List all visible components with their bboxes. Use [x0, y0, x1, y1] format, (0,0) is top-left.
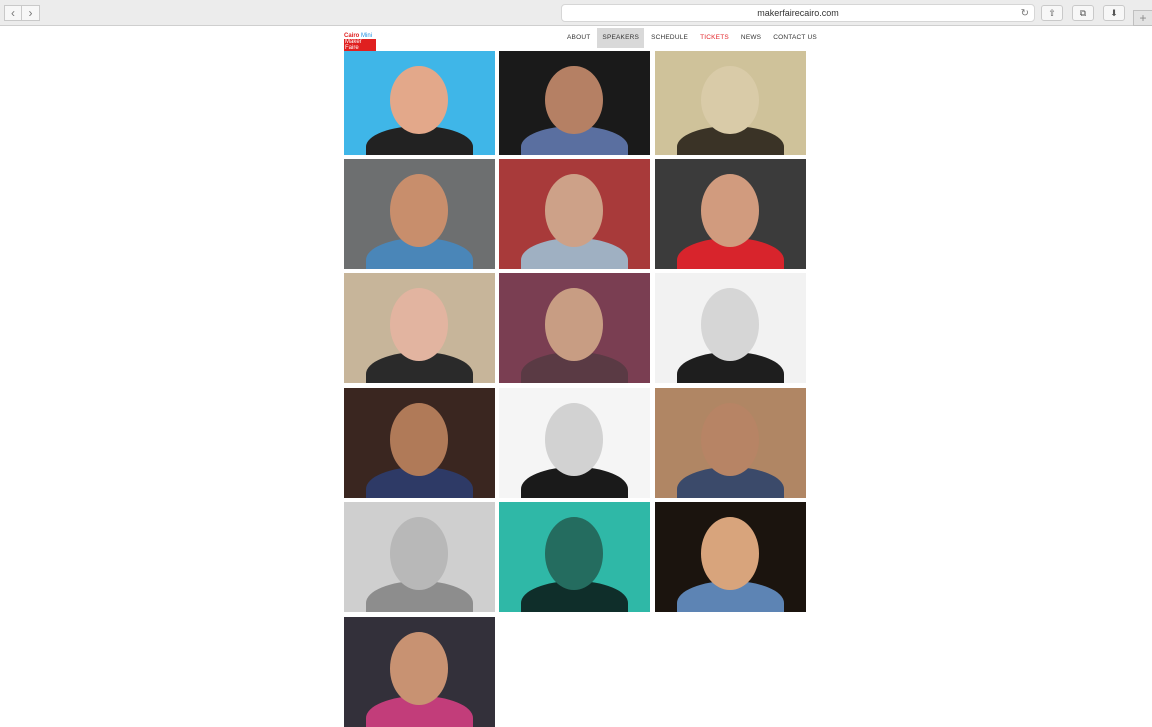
- speaker-photo[interactable]: [499, 502, 650, 612]
- speaker-face: [701, 288, 759, 361]
- back-button[interactable]: ‹: [4, 5, 22, 21]
- speaker-face: [545, 288, 603, 361]
- speaker-face: [390, 632, 448, 705]
- speaker-photo[interactable]: [655, 273, 806, 383]
- plus-icon: +: [1139, 11, 1147, 25]
- speaker-photo[interactable]: [344, 502, 495, 612]
- speaker-photo[interactable]: [344, 273, 495, 383]
- share-button[interactable]: ⇧: [1041, 5, 1063, 21]
- speaker-photo[interactable]: [655, 388, 806, 498]
- forward-button[interactable]: ›: [22, 5, 40, 21]
- speaker-photo[interactable]: [344, 617, 495, 727]
- address-bar[interactable]: makerfairecairo.com ↻: [561, 4, 1035, 22]
- browser-toolbar: ‹ › makerfairecairo.com ↻ ⇧ ⧉ ⬇: [0, 0, 1152, 26]
- speaker-face: [390, 403, 448, 476]
- speaker-face: [545, 517, 603, 590]
- speaker-photo[interactable]: [499, 273, 650, 383]
- chevron-right-icon: ›: [28, 6, 33, 20]
- nav-tickets[interactable]: TICKETS: [695, 28, 734, 48]
- nav-contact-us[interactable]: CONTACT US: [768, 28, 822, 48]
- nav-schedule[interactable]: SCHEDULE: [646, 28, 693, 48]
- speaker-face: [701, 403, 759, 476]
- share-icon: ⇧: [1048, 8, 1056, 18]
- speaker-photo[interactable]: [655, 159, 806, 269]
- tabs-icon: ⧉: [1079, 8, 1087, 18]
- url-text: makerfairecairo.com: [757, 8, 839, 18]
- nav-news[interactable]: NEWS: [736, 28, 766, 48]
- speaker-photo[interactable]: [499, 388, 650, 498]
- speaker-photo[interactable]: [655, 51, 806, 155]
- speaker-photo[interactable]: [499, 51, 650, 155]
- speaker-photo[interactable]: [655, 502, 806, 612]
- nav-speakers[interactable]: SPEAKERS: [597, 28, 645, 48]
- nav-about[interactable]: ABOUT: [562, 28, 595, 48]
- speaker-face: [545, 65, 603, 135]
- speaker-photo[interactable]: [344, 388, 495, 498]
- speaker-face: [390, 517, 448, 590]
- chevron-left-icon: ‹: [11, 6, 15, 20]
- speaker-face: [390, 65, 448, 135]
- new-tab-button[interactable]: +: [1133, 10, 1152, 26]
- speaker-face: [701, 517, 759, 590]
- speaker-face: [701, 174, 759, 247]
- logo-text-maker-faire: Maker Faire: [344, 39, 376, 51]
- main-nav: ABOUT SPEAKERS SCHEDULE TICKETS NEWS CON…: [561, 28, 823, 48]
- reload-icon[interactable]: ↻: [1021, 5, 1029, 22]
- speaker-photo[interactable]: [499, 159, 650, 269]
- site-logo[interactable]: Cairo Mini Maker Faire: [344, 33, 376, 51]
- tabs-button[interactable]: ⧉: [1072, 5, 1094, 21]
- speaker-photo[interactable]: [344, 51, 495, 155]
- download-icon: ⬇: [1110, 8, 1118, 18]
- speaker-face: [545, 403, 603, 476]
- speaker-face: [545, 174, 603, 247]
- speaker-photo[interactable]: [344, 159, 495, 269]
- speaker-face: [390, 174, 448, 247]
- speaker-face: [390, 288, 448, 361]
- downloads-button[interactable]: ⬇: [1103, 5, 1125, 21]
- speaker-face: [701, 65, 759, 135]
- history-buttons: ‹ ›: [4, 5, 40, 21]
